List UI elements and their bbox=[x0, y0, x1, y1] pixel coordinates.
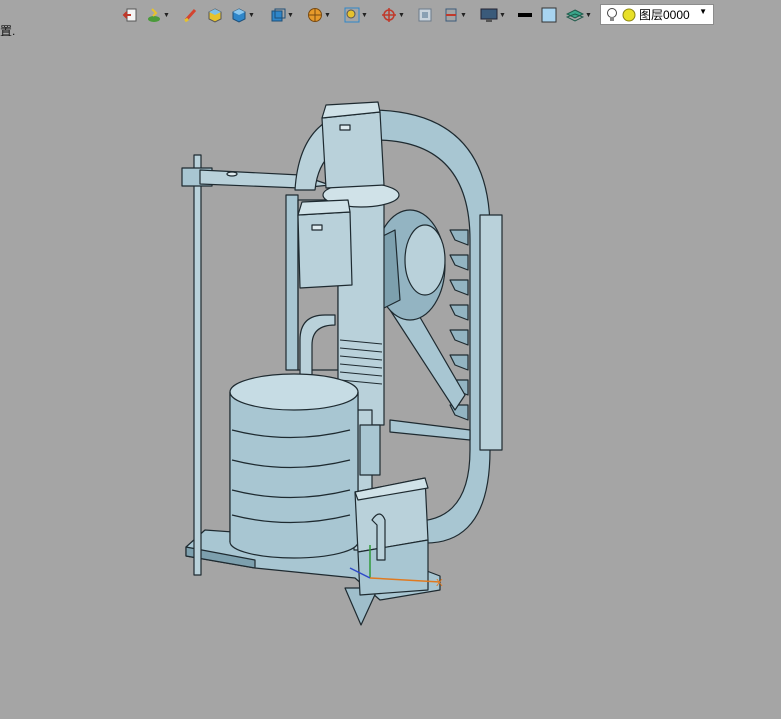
origin-icon bbox=[382, 8, 396, 22]
zoom-fit-icon bbox=[344, 7, 360, 23]
chevron-down-icon[interactable]: ▼ bbox=[499, 12, 506, 19]
c-frame bbox=[369, 109, 491, 544]
line-color-icon bbox=[518, 13, 532, 17]
section-icon bbox=[445, 8, 457, 22]
solid-yellow-button[interactable] bbox=[207, 6, 223, 24]
chevron-down-icon[interactable]: ▼ bbox=[248, 12, 255, 19]
support-rod bbox=[193, 154, 202, 576]
chevron-down-icon[interactable]: ▼ bbox=[699, 7, 707, 16]
exit-icon bbox=[122, 8, 137, 22]
yellow-circle-icon[interactable] bbox=[622, 8, 636, 22]
triad-x-label: X bbox=[436, 578, 443, 589]
chevron-down-icon[interactable]: ▼ bbox=[398, 12, 405, 19]
machine-model: X bbox=[181, 101, 503, 626]
brush-icon bbox=[184, 8, 197, 23]
chevron-down-icon[interactable]: ▼ bbox=[361, 12, 368, 19]
layers-button[interactable]: ▼ bbox=[566, 6, 592, 24]
upper-motor bbox=[321, 101, 385, 189]
chevron-down-icon[interactable]: ▼ bbox=[163, 12, 170, 19]
exit-button[interactable] bbox=[122, 6, 138, 24]
chevron-down-icon[interactable]: ▼ bbox=[324, 12, 331, 19]
hopper-cylinder bbox=[229, 373, 359, 559]
lower-motor bbox=[297, 199, 353, 289]
solid-blue-button[interactable]: ▼ bbox=[231, 6, 255, 24]
snap-icon bbox=[148, 8, 160, 22]
zoom-fit-button[interactable]: ▼ bbox=[344, 6, 368, 24]
frame-button[interactable] bbox=[417, 6, 433, 24]
display-icon bbox=[480, 8, 498, 22]
chevron-down-icon[interactable]: ▼ bbox=[460, 12, 467, 19]
frame-icon bbox=[418, 8, 432, 22]
chevron-down-icon[interactable]: ▼ bbox=[287, 12, 294, 19]
chevron-down-icon[interactable]: ▼ bbox=[585, 12, 592, 19]
main-toolbar: ▼ ▼ ▼ ▼ ▼ ▼ ▼ ▼ ▼ 图层0000 ▼ bbox=[0, 0, 781, 30]
layer-label: 图层0000 bbox=[639, 8, 690, 22]
sphere-icon bbox=[308, 8, 322, 22]
layer-select[interactable]: 图层0000 ▼ bbox=[600, 4, 714, 25]
cube-yellow-icon bbox=[208, 8, 222, 23]
bottom-motor bbox=[354, 477, 429, 596]
bevel-gear bbox=[374, 209, 446, 321]
sphere-button[interactable]: ▼ bbox=[307, 6, 331, 24]
cube-blue-icon bbox=[232, 8, 246, 23]
snap-button[interactable]: ▼ bbox=[146, 6, 170, 24]
brush-button[interactable] bbox=[183, 6, 199, 24]
3d-viewport[interactable]: X bbox=[0, 30, 781, 714]
section-button[interactable]: ▼ bbox=[443, 6, 467, 24]
display-button[interactable]: ▼ bbox=[480, 6, 506, 24]
light-bulb-icon[interactable] bbox=[605, 7, 619, 23]
fill-color-icon bbox=[541, 7, 557, 23]
rack-bar bbox=[479, 214, 503, 451]
view-cube-icon bbox=[271, 8, 286, 22]
layers-icon bbox=[566, 9, 584, 22]
fill-color-button[interactable] bbox=[541, 6, 557, 24]
origin-button[interactable]: ▼ bbox=[381, 6, 405, 24]
view-cube-button[interactable]: ▼ bbox=[270, 6, 294, 24]
line-color-button[interactable] bbox=[517, 6, 533, 24]
